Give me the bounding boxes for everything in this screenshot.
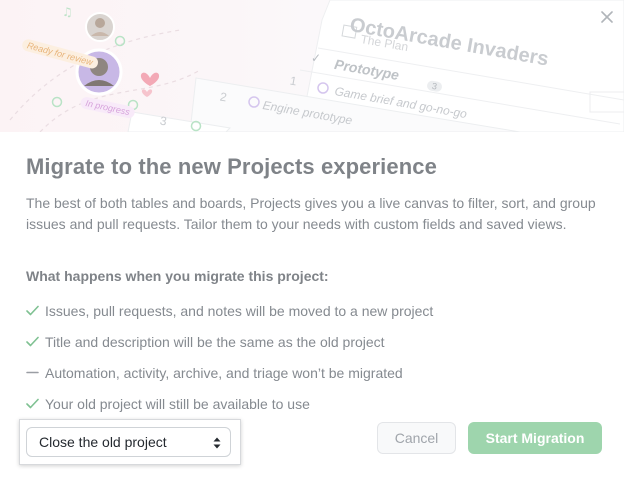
list-item-text: Title and description will be the same a… [45,333,385,350]
check-icon [26,398,45,409]
svg-text:✓: ✓ [311,51,321,65]
list-item: Title and description will be the same a… [26,326,433,357]
old-project-action-select[interactable]: Close the old project [26,427,231,457]
list-item: Your old project will still be available… [26,388,433,419]
close-icon [601,11,613,23]
check-icon [26,305,45,316]
dash-icon [26,367,45,378]
close-button[interactable] [596,6,618,28]
cancel-button[interactable]: Cancel [377,422,456,454]
migration-effects-list: Issues, pull requests, and notes will be… [26,295,433,419]
select-value: Close the old project [39,434,167,450]
list-item-text: Automation, activity, archive, and triag… [45,364,403,381]
check-icon [26,336,45,347]
dialog-description: The best of both tables and boards, Proj… [26,195,596,232]
migration-subheading: What happens when you migrate this proje… [26,268,329,284]
list-item: Issues, pull requests, and notes will be… [26,295,433,326]
svg-text:♫: ♫ [62,5,73,19]
start-migration-button[interactable]: Start Migration [468,422,602,454]
select-highlight-frame: Close the old project [19,419,241,465]
hero-illustration: ♫ ✓ OctoArcade Invaders The Plan Prototy… [0,0,624,132]
list-item: Automation, activity, archive, and triag… [26,357,433,388]
dialog-title: Migrate to the new Projects experience [26,154,437,179]
list-item-text: Your old project will still be available… [45,395,310,412]
select-arrows-icon [213,437,221,449]
list-item-text: Issues, pull requests, and notes will be… [45,302,434,319]
